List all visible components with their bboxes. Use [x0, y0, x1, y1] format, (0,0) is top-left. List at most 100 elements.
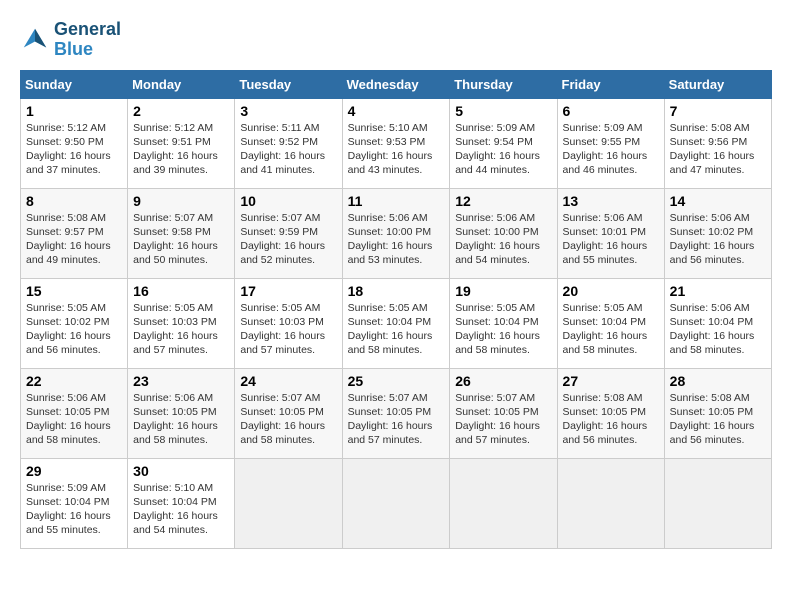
calendar-week-row: 1Sunrise: 5:12 AM Sunset: 9:50 PM Daylig… [21, 98, 772, 188]
calendar-cell: 19 Sunrise: 5:05 AM Sunset: 10:04 PM Dayl… [450, 278, 557, 368]
calendar-cell: 7Sunrise: 5:08 AM Sunset: 9:56 PM Daylig… [664, 98, 771, 188]
day-number: 13 [563, 193, 659, 209]
day-number: 8 [26, 193, 122, 209]
day-info: Sunrise: 5:10 AM Sunset: 10:04 PM Daylig… [133, 481, 229, 538]
day-number: 3 [240, 103, 336, 119]
day-info: Sunrise: 5:07 AM Sunset: 9:58 PM Dayligh… [133, 211, 229, 268]
day-info: Sunrise: 5:08 AM Sunset: 10:05 PM Daylig… [563, 391, 659, 448]
day-info: Sunrise: 5:11 AM Sunset: 9:52 PM Dayligh… [240, 121, 336, 178]
day-info: Sunrise: 5:07 AM Sunset: 10:05 PM Daylig… [240, 391, 336, 448]
calendar-header-wednesday: Wednesday [342, 70, 450, 98]
logo-text: General Blue [54, 20, 121, 60]
calendar-week-row: 29 Sunrise: 5:09 AM Sunset: 10:04 PM Dayl… [21, 458, 772, 548]
calendar-week-row: 8 Sunrise: 5:08 AM Sunset: 9:57 PM Daylig… [21, 188, 772, 278]
day-number: 28 [670, 373, 766, 389]
calendar-cell: 9 Sunrise: 5:07 AM Sunset: 9:58 PM Daylig… [128, 188, 235, 278]
calendar-cell: 15 Sunrise: 5:05 AM Sunset: 10:02 PM Dayl… [21, 278, 128, 368]
day-info: Sunrise: 5:12 AM Sunset: 9:51 PM Dayligh… [133, 121, 229, 178]
day-number: 11 [348, 193, 445, 209]
calendar-cell: 29 Sunrise: 5:09 AM Sunset: 10:04 PM Dayl… [21, 458, 128, 548]
logo-icon [20, 25, 50, 55]
day-info: Sunrise: 5:06 AM Sunset: 10:05 PM Daylig… [26, 391, 122, 448]
day-info: Sunrise: 5:08 AM Sunset: 9:57 PM Dayligh… [26, 211, 122, 268]
day-number: 6 [563, 103, 659, 119]
day-number: 12 [455, 193, 551, 209]
calendar-cell: 23 Sunrise: 5:06 AM Sunset: 10:05 PM Dayl… [128, 368, 235, 458]
calendar-cell: 12 Sunrise: 5:06 AM Sunset: 10:00 PM Dayl… [450, 188, 557, 278]
day-number: 25 [348, 373, 445, 389]
calendar-body: 1Sunrise: 5:12 AM Sunset: 9:50 PM Daylig… [21, 98, 772, 548]
day-number: 29 [26, 463, 122, 479]
day-info: Sunrise: 5:05 AM Sunset: 10:04 PM Daylig… [455, 301, 551, 358]
calendar-cell: 2 Sunrise: 5:12 AM Sunset: 9:51 PM Daylig… [128, 98, 235, 188]
calendar-header-row: SundayMondayTuesdayWednesdayThursdayFrid… [21, 70, 772, 98]
calendar-cell: 25 Sunrise: 5:07 AM Sunset: 10:05 PM Dayl… [342, 368, 450, 458]
day-info: Sunrise: 5:06 AM Sunset: 10:04 PM Daylig… [670, 301, 766, 358]
calendar-cell: 21 Sunrise: 5:06 AM Sunset: 10:04 PM Dayl… [664, 278, 771, 368]
day-info: Sunrise: 5:07 AM Sunset: 10:05 PM Daylig… [455, 391, 551, 448]
calendar-header-tuesday: Tuesday [235, 70, 342, 98]
calendar-cell: 8 Sunrise: 5:08 AM Sunset: 9:57 PM Daylig… [21, 188, 128, 278]
calendar-table: SundayMondayTuesdayWednesdayThursdayFrid… [20, 70, 772, 549]
calendar-week-row: 15 Sunrise: 5:05 AM Sunset: 10:02 PM Dayl… [21, 278, 772, 368]
day-number: 4 [348, 103, 445, 119]
calendar-cell: 30Sunrise: 5:10 AM Sunset: 10:04 PM Dayl… [128, 458, 235, 548]
day-number: 14 [670, 193, 766, 209]
calendar-cell: 6 Sunrise: 5:09 AM Sunset: 9:55 PM Daylig… [557, 98, 664, 188]
calendar-header-monday: Monday [128, 70, 235, 98]
day-info: Sunrise: 5:07 AM Sunset: 9:59 PM Dayligh… [240, 211, 336, 268]
calendar-cell: 22 Sunrise: 5:06 AM Sunset: 10:05 PM Dayl… [21, 368, 128, 458]
calendar-cell: 18 Sunrise: 5:05 AM Sunset: 10:04 PM Dayl… [342, 278, 450, 368]
logo: General Blue [20, 20, 121, 60]
day-number: 9 [133, 193, 229, 209]
calendar-cell: 10 Sunrise: 5:07 AM Sunset: 9:59 PM Dayli… [235, 188, 342, 278]
day-number: 15 [26, 283, 122, 299]
day-info: Sunrise: 5:06 AM Sunset: 10:01 PM Daylig… [563, 211, 659, 268]
day-number: 19 [455, 283, 551, 299]
day-info: Sunrise: 5:05 AM Sunset: 10:03 PM Daylig… [133, 301, 229, 358]
day-info: Sunrise: 5:10 AM Sunset: 9:53 PM Dayligh… [348, 121, 445, 178]
calendar-cell: 27Sunrise: 5:08 AM Sunset: 10:05 PM Dayl… [557, 368, 664, 458]
day-number: 22 [26, 373, 122, 389]
calendar-cell: 26Sunrise: 5:07 AM Sunset: 10:05 PM Dayl… [450, 368, 557, 458]
calendar-header-saturday: Saturday [664, 70, 771, 98]
calendar-header-thursday: Thursday [450, 70, 557, 98]
day-info: Sunrise: 5:09 AM Sunset: 10:04 PM Daylig… [26, 481, 122, 538]
day-info: Sunrise: 5:05 AM Sunset: 10:04 PM Daylig… [348, 301, 445, 358]
calendar-cell: 3 Sunrise: 5:11 AM Sunset: 9:52 PM Daylig… [235, 98, 342, 188]
day-info: Sunrise: 5:06 AM Sunset: 10:00 PM Daylig… [455, 211, 551, 268]
calendar-header-sunday: Sunday [21, 70, 128, 98]
calendar-cell: 11 Sunrise: 5:06 AM Sunset: 10:00 PM Dayl… [342, 188, 450, 278]
calendar-cell: 20Sunrise: 5:05 AM Sunset: 10:04 PM Dayl… [557, 278, 664, 368]
calendar-cell: 16 Sunrise: 5:05 AM Sunset: 10:03 PM Dayl… [128, 278, 235, 368]
calendar-week-row: 22 Sunrise: 5:06 AM Sunset: 10:05 PM Dayl… [21, 368, 772, 458]
day-info: Sunrise: 5:06 AM Sunset: 10:00 PM Daylig… [348, 211, 445, 268]
day-number: 23 [133, 373, 229, 389]
day-number: 1 [26, 103, 122, 119]
day-number: 17 [240, 283, 336, 299]
day-number: 16 [133, 283, 229, 299]
calendar-cell [664, 458, 771, 548]
day-info: Sunrise: 5:06 AM Sunset: 10:02 PM Daylig… [670, 211, 766, 268]
day-info: Sunrise: 5:07 AM Sunset: 10:05 PM Daylig… [348, 391, 445, 448]
page-header: General Blue [20, 20, 772, 60]
day-info: Sunrise: 5:06 AM Sunset: 10:05 PM Daylig… [133, 391, 229, 448]
day-info: Sunrise: 5:09 AM Sunset: 9:54 PM Dayligh… [455, 121, 551, 178]
day-info: Sunrise: 5:08 AM Sunset: 10:05 PM Daylig… [670, 391, 766, 448]
calendar-cell: 5 Sunrise: 5:09 AM Sunset: 9:54 PM Daylig… [450, 98, 557, 188]
day-info: Sunrise: 5:09 AM Sunset: 9:55 PM Dayligh… [563, 121, 659, 178]
calendar-cell [557, 458, 664, 548]
day-info: Sunrise: 5:05 AM Sunset: 10:02 PM Daylig… [26, 301, 122, 358]
day-number: 2 [133, 103, 229, 119]
day-info: Sunrise: 5:05 AM Sunset: 10:03 PM Daylig… [240, 301, 336, 358]
day-number: 21 [670, 283, 766, 299]
calendar-header-friday: Friday [557, 70, 664, 98]
day-number: 5 [455, 103, 551, 119]
day-info: Sunrise: 5:05 AM Sunset: 10:04 PM Daylig… [563, 301, 659, 358]
calendar-cell: 17 Sunrise: 5:05 AM Sunset: 10:03 PM Dayl… [235, 278, 342, 368]
calendar-cell: 4 Sunrise: 5:10 AM Sunset: 9:53 PM Daylig… [342, 98, 450, 188]
day-number: 18 [348, 283, 445, 299]
day-info: Sunrise: 5:08 AM Sunset: 9:56 PM Dayligh… [670, 121, 766, 178]
calendar-cell: 28 Sunrise: 5:08 AM Sunset: 10:05 PM Dayl… [664, 368, 771, 458]
day-number: 10 [240, 193, 336, 209]
